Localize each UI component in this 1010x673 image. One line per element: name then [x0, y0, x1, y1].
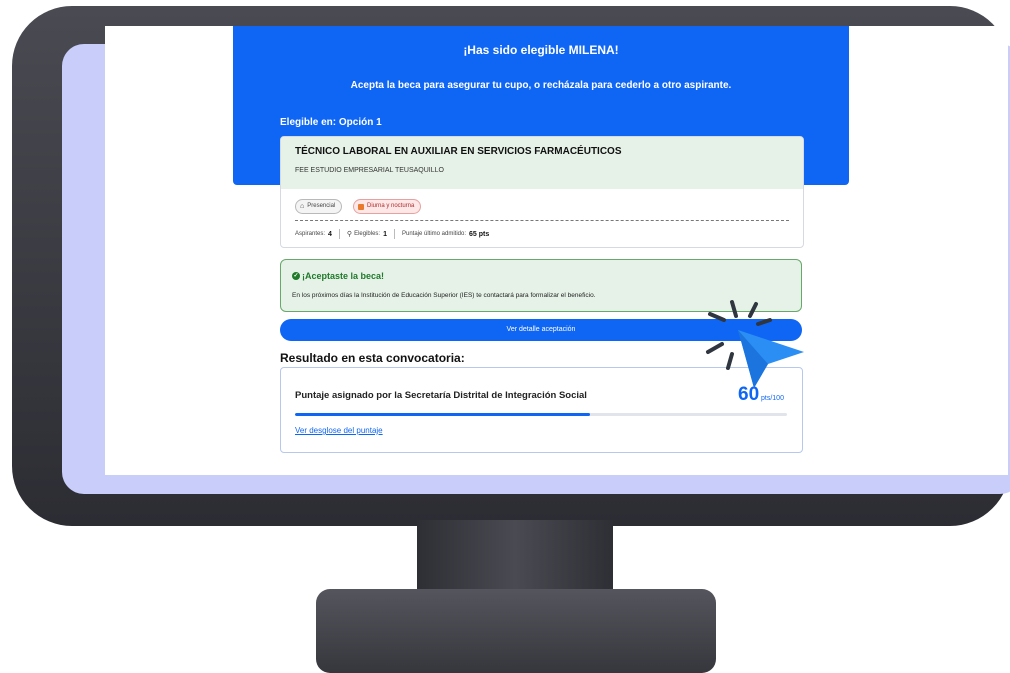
- monitor-frame: ¡Has sido elegible MILENA! Acepta la bec…: [12, 6, 1010, 526]
- results-heading: Resultado en esta convocatoria:: [280, 351, 465, 365]
- acceptance-title-text: ¡Aceptaste la beca!: [302, 271, 385, 281]
- score-unit: pts/100: [761, 395, 784, 402]
- program-stats: Aspirantes: 4 ⚲ Elegibles: 1 Puntaje últ…: [295, 229, 489, 239]
- aspirantes-value: 4: [328, 230, 332, 238]
- dashed-divider: [295, 220, 789, 221]
- elegibles-value: 1: [383, 230, 387, 238]
- score-breakdown-link[interactable]: Ver desglose del puntaje: [295, 426, 383, 435]
- modality-chip-label: Presencial: [307, 203, 336, 209]
- score-label: Puntaje asignado por la Secretaría Distr…: [295, 390, 587, 401]
- puntaje-label: Puntaje último admitido:: [401, 231, 467, 237]
- school-icon: ⌂: [300, 203, 305, 210]
- score-progress-fill: [295, 413, 591, 416]
- puntaje-value: 65 pts: [469, 230, 490, 238]
- monitor-stand-base: [316, 589, 716, 673]
- banner-title: ¡Has sido elegible MILENA!: [463, 43, 619, 57]
- calendar-icon: [358, 203, 364, 210]
- cursor-click-icon: [706, 300, 804, 388]
- program-card-header: TÉCNICO LABORAL EN AUXILIAR EN SERVICIOS…: [281, 137, 803, 189]
- aspirantes-label: Aspirantes:: [295, 231, 326, 237]
- user-icon: ⚲: [346, 231, 353, 238]
- acceptance-message: En los próximos días la Institución de E…: [292, 292, 596, 299]
- elegibles-label: Elegibles:: [354, 231, 381, 237]
- eligible-option-label: Elegible en: Opción 1: [280, 117, 382, 128]
- check-circle-icon: ✓: [292, 272, 300, 280]
- score-progress-track: [295, 413, 787, 416]
- stat-separator: [338, 229, 340, 239]
- acceptance-title: ✓ ¡Aceptaste la beca!: [292, 271, 384, 281]
- institution-name: FEE ESTUDIO EMPRESARIAL TEUSAQUILLO: [295, 167, 444, 174]
- schedule-chip: Diurna y nocturna: [353, 199, 422, 214]
- monitor-stand-neck: [417, 520, 613, 596]
- program-card: TÉCNICO LABORAL EN AUXILIAR EN SERVICIOS…: [280, 136, 804, 248]
- monitor-screen: ¡Has sido elegible MILENA! Acepta la bec…: [105, 26, 1008, 475]
- stat-separator: [393, 229, 395, 239]
- banner-subtitle: Acepta la beca para asegurar tu cupo, o …: [350, 80, 732, 91]
- modality-chip: ⌂ Presencial: [295, 199, 343, 214]
- program-name: TÉCNICO LABORAL EN AUXILIAR EN SERVICIOS…: [295, 146, 622, 157]
- schedule-chip-label: Diurna y nocturna: [367, 203, 415, 209]
